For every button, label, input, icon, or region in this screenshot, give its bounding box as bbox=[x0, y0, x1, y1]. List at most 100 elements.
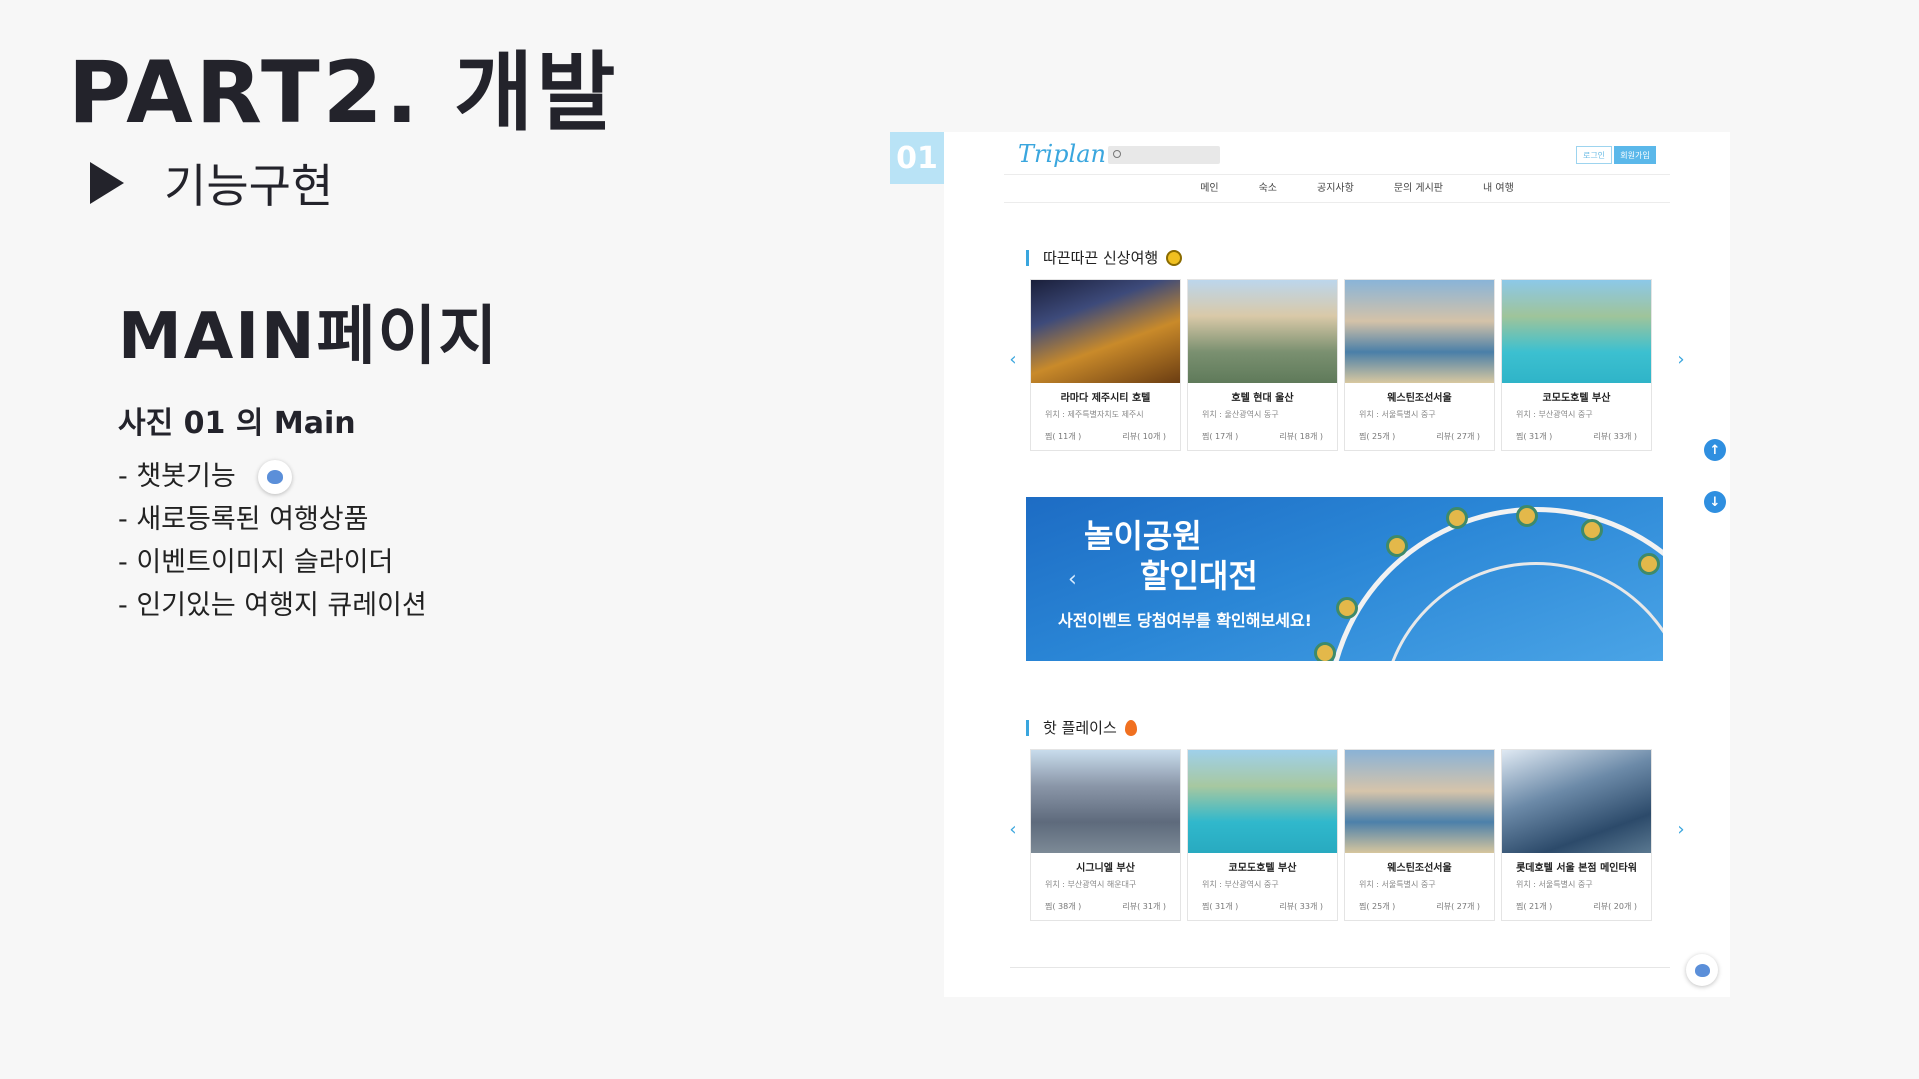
feature-item: - 새로등록된 여행상품 bbox=[118, 498, 427, 541]
hotel-image bbox=[1188, 750, 1337, 853]
gondola-graphic bbox=[1581, 519, 1603, 541]
like-count: 찜( 17개 ) bbox=[1202, 432, 1239, 441]
section-hot-places-title: 핫 플레이스 bbox=[1026, 717, 1137, 738]
login-button[interactable]: 로그인 bbox=[1576, 146, 1612, 164]
site-logo[interactable]: Triplan bbox=[1018, 140, 1106, 168]
hotel-image bbox=[1502, 750, 1651, 853]
banner-prev-button[interactable]: ‹ bbox=[1068, 567, 1077, 592]
review-count: 리뷰( 18개 ) bbox=[1279, 432, 1323, 441]
carousel-prev-button[interactable]: ‹ bbox=[1006, 820, 1020, 840]
chatbot-icon bbox=[1694, 963, 1710, 977]
feature-text: - 챗봇기능 bbox=[118, 461, 236, 492]
hotel-location: 위치 : 제주특별자치도 제주시 bbox=[1045, 410, 1144, 419]
scroll-down-button[interactable]: ↓ bbox=[1704, 491, 1726, 513]
slide-subtitle: 기능구현 bbox=[90, 150, 333, 216]
main-nav: 메인 숙소 공지사항 문의 게시판 내 여행 bbox=[1004, 172, 1670, 200]
scroll-up-button[interactable]: ↑ bbox=[1704, 439, 1726, 461]
section-accent-bar bbox=[1026, 719, 1029, 736]
search-icon bbox=[1113, 150, 1121, 158]
feature-list: - 챗봇기능 - 새로등록된 여행상품 - 이벤트이미지 슬라이더 - 인기있는… bbox=[118, 455, 427, 627]
hotel-location: 위치 : 서울특별시 중구 bbox=[1359, 880, 1436, 889]
hot-places-carousel: 시그니엘 부산 위치 : 부산광역시 해운대구 찜( 38개 ) 리뷰( 31개 … bbox=[1030, 749, 1670, 921]
like-count: 찜( 25개 ) bbox=[1359, 432, 1396, 441]
hotel-location: 위치 : 서울특별시 중구 bbox=[1516, 880, 1593, 889]
hotel-name: 시그니엘 부산 bbox=[1076, 863, 1135, 874]
hotel-location: 위치 : 서울특별시 중구 bbox=[1359, 410, 1436, 419]
slide-photo-title: 사진 01 의 Main bbox=[118, 406, 356, 441]
nav-item-qna[interactable]: 문의 게시판 bbox=[1394, 179, 1443, 194]
chatbot-icon bbox=[257, 459, 292, 494]
gondola-graphic bbox=[1314, 642, 1336, 661]
site-screenshot: Triplan 로그인 회원가입 메인 숙소 공지사항 문의 게시판 내 여행 … bbox=[944, 132, 1730, 997]
search-input[interactable] bbox=[1108, 146, 1220, 164]
hotel-name: 호텔 현대 울산 bbox=[1231, 393, 1294, 404]
product-card[interactable]: 코모도호텔 부산 위치 : 부산광역시 중구 찜( 31개 ) 리뷰( 33개 ) bbox=[1187, 749, 1338, 921]
new-trips-carousel: 라마다 제주시티 호텔 위치 : 제주특별자치도 제주시 찜( 11개 ) 리뷰(… bbox=[1030, 279, 1670, 451]
screenshot-number-badge: 01 bbox=[890, 132, 944, 184]
hotel-location: 위치 : 부산광역시 중구 bbox=[1516, 410, 1593, 419]
feature-item: - 인기있는 여행지 큐레이션 bbox=[118, 584, 427, 627]
feature-text: - 이벤트이미지 슬라이더 bbox=[118, 547, 394, 578]
nav-item-my-trip[interactable]: 내 여행 bbox=[1483, 179, 1514, 194]
fire-icon bbox=[1124, 719, 1137, 736]
footer-divider bbox=[1010, 967, 1670, 968]
hotel-location: 위치 : 부산광역시 중구 bbox=[1202, 880, 1279, 889]
signup-button[interactable]: 회원가입 bbox=[1614, 146, 1656, 164]
hotel-name: 롯데호텔 서울 본점 메인타워 bbox=[1516, 863, 1637, 874]
hotel-image bbox=[1345, 750, 1494, 853]
nav-item-main[interactable]: 메인 bbox=[1200, 179, 1218, 194]
slide-subtitle-text: 기능구현 bbox=[164, 159, 334, 213]
product-card[interactable]: 코모도호텔 부산 위치 : 부산광역시 중구 찜( 31개 ) 리뷰( 33개 ) bbox=[1501, 279, 1652, 451]
gondola-graphic bbox=[1516, 505, 1538, 527]
play-triangle-icon bbox=[90, 162, 124, 204]
banner-headline-2: 할인대전 bbox=[1140, 557, 1258, 595]
product-card[interactable]: 웨스틴조선서울 위치 : 서울특별시 중구 찜( 25개 ) 리뷰( 27개 ) bbox=[1344, 749, 1495, 921]
hotel-location: 위치 : 울산광역시 동구 bbox=[1202, 410, 1279, 419]
hotel-name: 라마다 제주시티 호텔 bbox=[1060, 393, 1151, 404]
gondola-graphic bbox=[1638, 553, 1660, 575]
section-new-trips-title: 따끈따끈 신상여행 bbox=[1026, 247, 1183, 268]
event-banner-slider[interactable]: 놀이공원 할인대전 사전이벤트 당첨여부를 확인해보세요! ‹ bbox=[1026, 497, 1663, 661]
review-count: 리뷰( 33개 ) bbox=[1593, 432, 1637, 441]
nav-item-notice[interactable]: 공지사항 bbox=[1317, 179, 1354, 194]
slide-main-title: MAIN페이지 bbox=[118, 300, 500, 374]
feature-text: - 새로등록된 여행상품 bbox=[118, 504, 369, 535]
gondola-graphic bbox=[1386, 535, 1408, 557]
hotel-image bbox=[1188, 280, 1337, 383]
review-count: 리뷰( 27개 ) bbox=[1436, 902, 1480, 911]
product-card[interactable]: 웨스틴조선서울 위치 : 서울특별시 중구 찜( 25개 ) 리뷰( 27개 ) bbox=[1344, 279, 1495, 451]
carousel-next-button[interactable]: › bbox=[1674, 820, 1688, 840]
like-count: 찜( 21개 ) bbox=[1516, 902, 1553, 911]
review-count: 리뷰( 10개 ) bbox=[1122, 432, 1166, 441]
review-count: 리뷰( 20개 ) bbox=[1593, 902, 1637, 911]
product-card[interactable]: 호텔 현대 울산 위치 : 울산광역시 동구 찜( 17개 ) 리뷰( 18개 ) bbox=[1187, 279, 1338, 451]
hotel-image bbox=[1031, 280, 1180, 383]
review-count: 리뷰( 27개 ) bbox=[1436, 432, 1480, 441]
hotel-image bbox=[1502, 280, 1651, 383]
chatbot-button[interactable] bbox=[1686, 954, 1718, 986]
nav-item-lodging[interactable]: 숙소 bbox=[1259, 179, 1277, 194]
review-count: 리뷰( 33개 ) bbox=[1279, 902, 1323, 911]
section-title-text: 핫 플레이스 bbox=[1043, 719, 1117, 737]
sun-icon bbox=[1166, 249, 1183, 266]
like-count: 찜( 11개 ) bbox=[1045, 432, 1082, 441]
like-count: 찜( 25개 ) bbox=[1359, 902, 1396, 911]
feature-text: - 인기있는 여행지 큐레이션 bbox=[118, 590, 427, 621]
gondola-graphic bbox=[1446, 507, 1468, 529]
nav-divider bbox=[1004, 202, 1670, 203]
hotel-name: 코모도호텔 부산 bbox=[1228, 863, 1297, 874]
like-count: 찜( 31개 ) bbox=[1516, 432, 1553, 441]
product-card[interactable]: 시그니엘 부산 위치 : 부산광역시 해운대구 찜( 38개 ) 리뷰( 31개 … bbox=[1030, 749, 1181, 921]
feature-item: - 챗봇기능 bbox=[118, 455, 427, 498]
hotel-location: 위치 : 부산광역시 해운대구 bbox=[1045, 880, 1137, 889]
like-count: 찜( 38개 ) bbox=[1045, 902, 1082, 911]
hotel-image bbox=[1345, 280, 1494, 383]
like-count: 찜( 31개 ) bbox=[1202, 902, 1239, 911]
carousel-next-button[interactable]: › bbox=[1674, 350, 1688, 370]
carousel-prev-button[interactable]: ‹ bbox=[1006, 350, 1020, 370]
product-card[interactable]: 롯데호텔 서울 본점 메인타워 위치 : 서울특별시 중구 찜( 21개 ) 리뷰… bbox=[1501, 749, 1652, 921]
gondola-graphic bbox=[1336, 597, 1358, 619]
product-card[interactable]: 라마다 제주시티 호텔 위치 : 제주특별자치도 제주시 찜( 11개 ) 리뷰(… bbox=[1030, 279, 1181, 451]
slide-part-title: PART2. 개발 bbox=[68, 43, 619, 143]
hotel-image bbox=[1031, 750, 1180, 853]
